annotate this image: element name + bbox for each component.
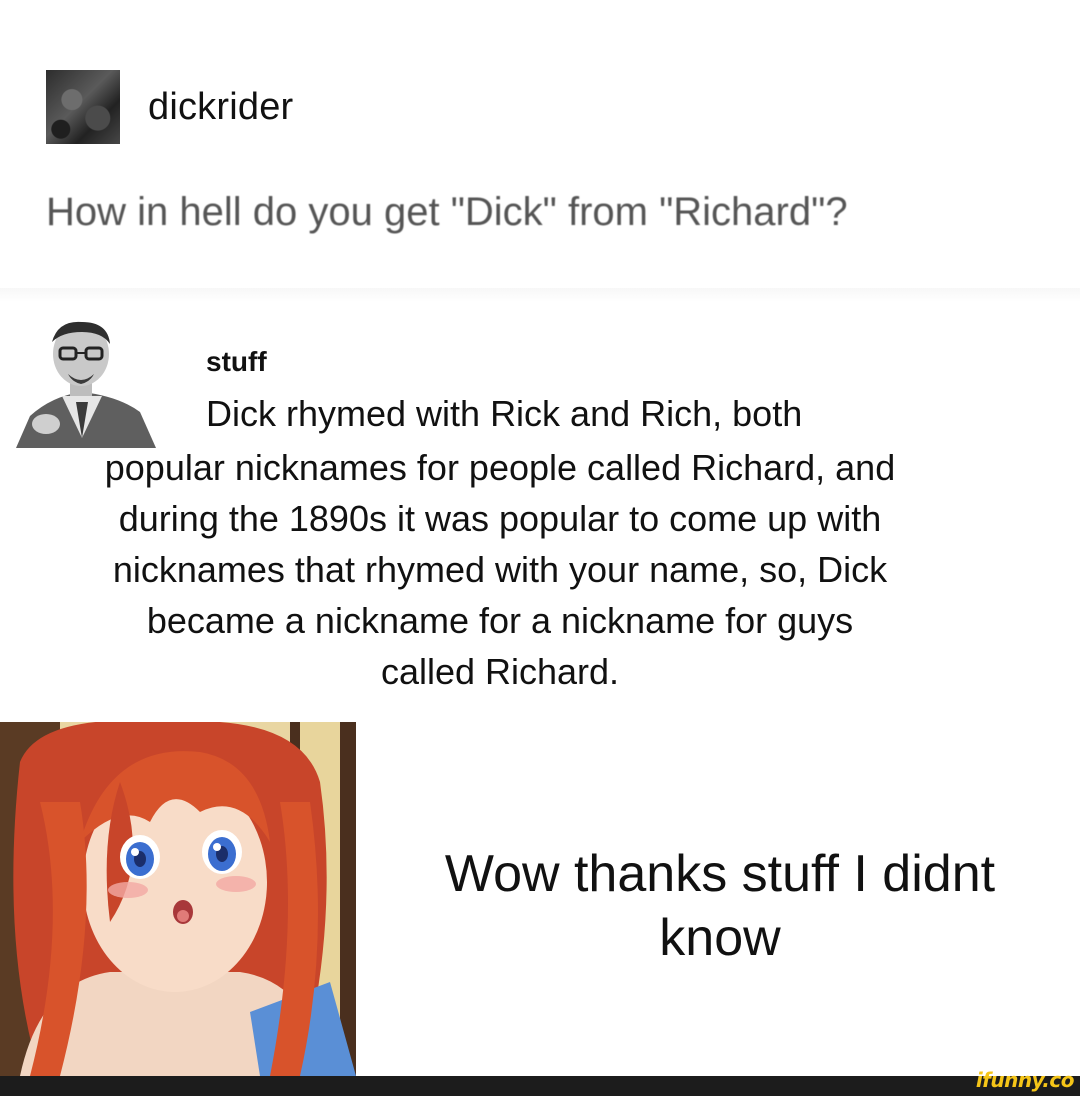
reply-avatar[interactable] <box>6 320 160 448</box>
post-divider <box>0 288 1080 302</box>
anime-reaction-image <box>0 722 356 1076</box>
reply-username[interactable]: stuff <box>206 348 267 376</box>
reply-text-line: during the 1890s it was popular to come … <box>118 498 882 539</box>
reply-text-line: popular nicknames for people called Rich… <box>104 447 896 488</box>
reply-text-line: became a nickname for a nickname for guy… <box>146 600 854 641</box>
reply-text-line: Dick rhymed with Rick and Rich, both <box>206 393 803 434</box>
reaction-line: know <box>659 909 781 967</box>
post-text: How in hell do you get "Dick" from "Rich… <box>46 190 848 234</box>
ifunny-watermark[interactable]: ifunny.co <box>976 1070 1075 1090</box>
reply-text-line: called Richard. <box>380 651 620 692</box>
reply-text-body: popular nicknames for people called Rich… <box>0 442 1000 697</box>
reaction-caption: Wow thanks stuff I didnt know <box>380 842 1060 970</box>
reply-text-line: nicknames that rhymed with your name, so… <box>112 549 888 590</box>
original-post: dickrider How in hell do you get "Dick" … <box>0 0 1080 288</box>
post-username[interactable]: dickrider <box>148 88 293 126</box>
footer-bar: ifunny.co <box>0 1070 1080 1096</box>
user-avatar[interactable] <box>46 70 120 144</box>
reaction-line: Wow thanks stuff I didnt <box>444 845 996 903</box>
